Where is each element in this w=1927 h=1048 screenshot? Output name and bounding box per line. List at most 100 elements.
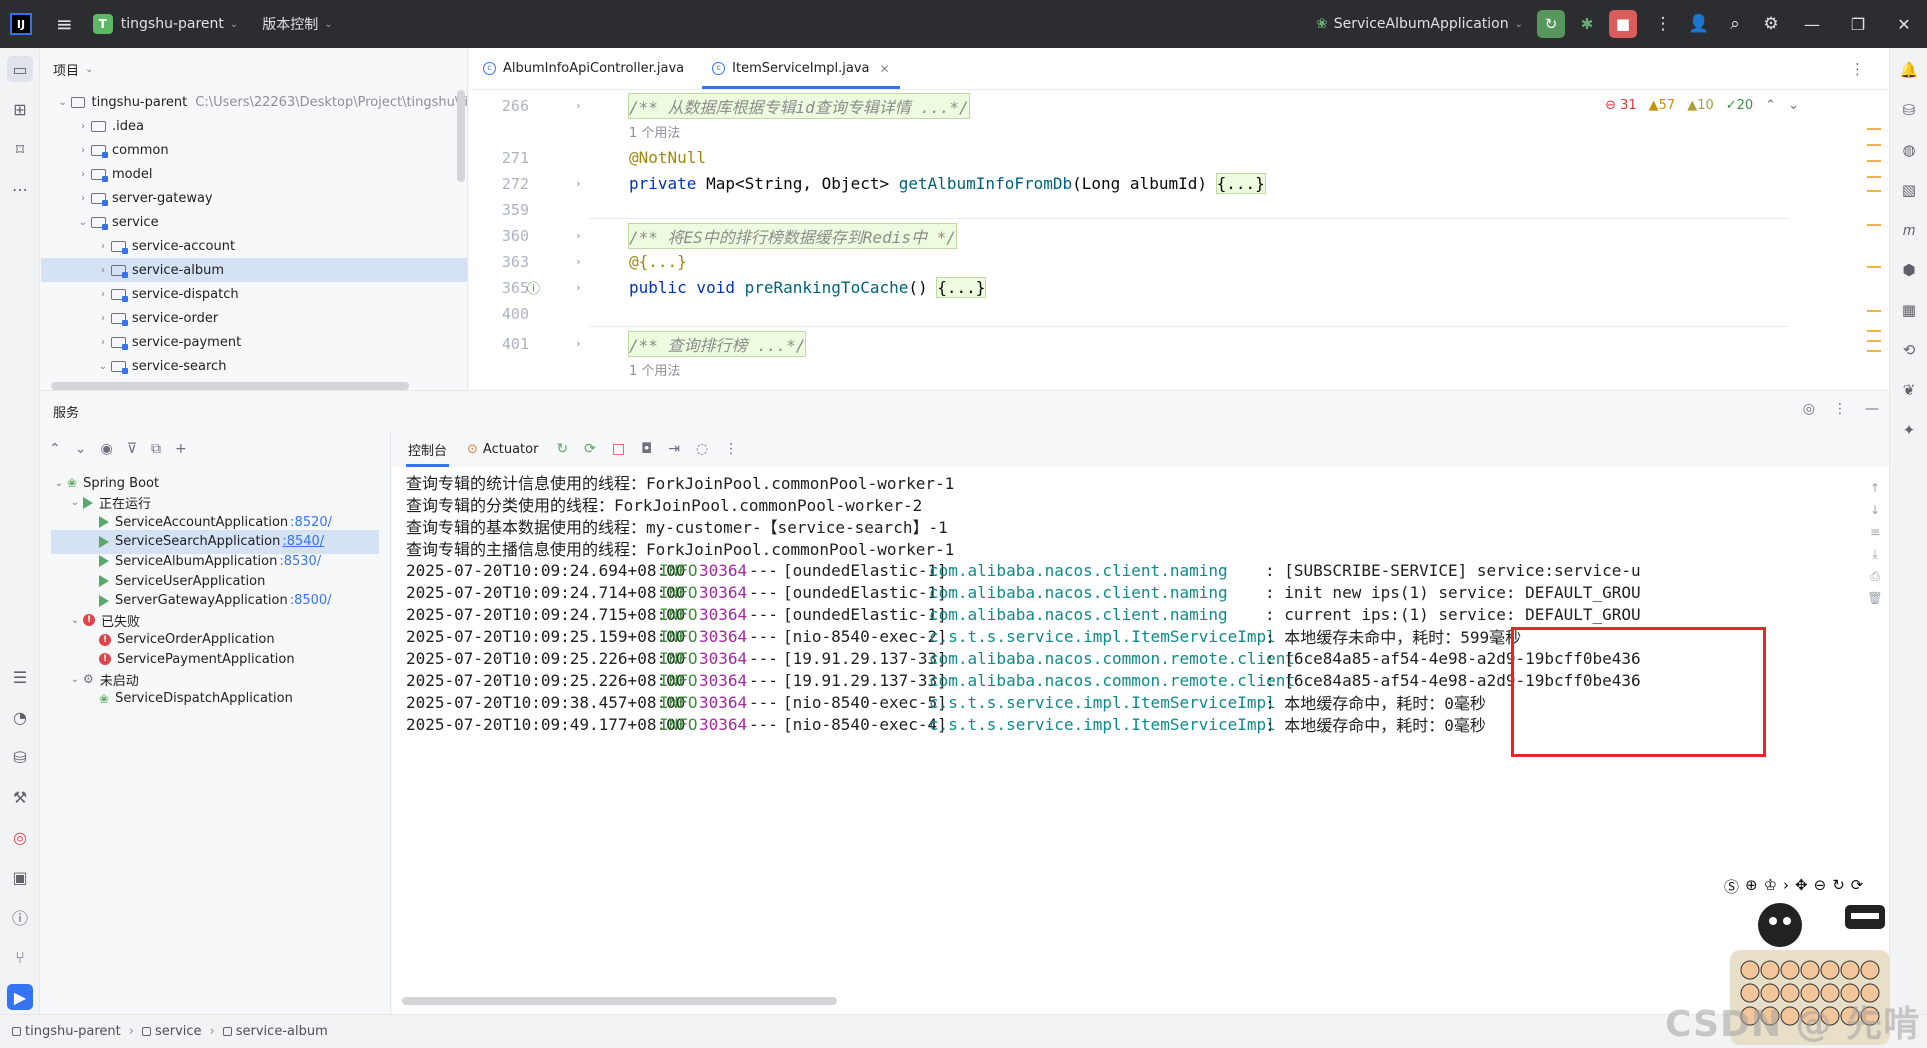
chevron-down-icon[interactable]: ⌄ — [51, 478, 67, 489]
fold-arrow-icon[interactable]: › — [575, 281, 582, 294]
collapse-all-icon[interactable]: ⌄ — [75, 441, 87, 457]
code-line[interactable]: 360 › /** 将ES中的排行榜数据缓存到Redis中 */ — [469, 222, 1889, 249]
doc-comment[interactable]: /** 查询排行榜 ...*/ — [627, 330, 807, 357]
service-port-link[interactable]: :8500/ — [290, 593, 332, 608]
main-menu-icon[interactable]: ≡ — [56, 12, 73, 36]
tab-actuator[interactable]: ⊙ Actuator — [465, 431, 540, 467]
history-icon[interactable]: ⟲ — [1897, 338, 1921, 362]
overrides-gutter-icon[interactable]: ⓘ — [527, 278, 540, 297]
scroll-up-icon[interactable]: ↑ — [1865, 481, 1885, 495]
error-stripe-mark[interactable] — [1867, 340, 1881, 342]
search-icon[interactable]: ⌕ — [1717, 14, 1753, 34]
error-stripe-mark[interactable] — [1867, 190, 1881, 192]
scroll-down-icon[interactable]: ↓ — [1865, 503, 1885, 517]
stop-icon[interactable]: ■ — [1609, 10, 1637, 38]
maven-icon[interactable]: 𝑚 — [1897, 218, 1921, 242]
error-stripe-mark[interactable] — [1867, 160, 1881, 162]
close-tab-icon[interactable]: ✕ — [880, 62, 890, 76]
error-stripe-mark[interactable] — [1867, 266, 1881, 268]
code-line[interactable]: 401 › /** 查询排行榜 ...*/ — [469, 330, 1889, 357]
horizontal-scrollbar[interactable] — [51, 382, 409, 390]
error-stripe-mark[interactable] — [1867, 128, 1881, 130]
doc-comment[interactable]: /** 从数据库根据专辑id查询专辑详情 ...*/ — [628, 92, 970, 119]
rerun-failed-icon[interactable]: ⟳ — [584, 441, 596, 457]
project-tree-item[interactable]: › common — [41, 138, 467, 162]
todo-list-icon[interactable]: ☰ — [7, 664, 33, 690]
database-icon[interactable]: ⛁ — [1897, 98, 1921, 122]
soft-wrap-icon[interactable]: ≡ — [1865, 525, 1885, 539]
endpoints-icon[interactable]: ◎ — [7, 824, 33, 850]
globe-icon[interactable]: ◍ — [1897, 138, 1921, 162]
leaf-icon[interactable]: ❦ — [1897, 378, 1921, 402]
restore-window-icon[interactable]: ❐ — [1835, 15, 1881, 34]
fold-arrow-icon[interactable]: › — [575, 337, 582, 350]
service-port-link[interactable]: :8540/ — [282, 534, 324, 549]
folded-body[interactable]: {...} — [936, 277, 987, 298]
structure-icon[interactable]: ⊞ — [7, 96, 33, 122]
git-icon[interactable]: ⑂ — [7, 944, 33, 970]
plugin-box-icon[interactable]: ▧ — [1897, 178, 1921, 202]
chevron-right-icon[interactable]: › — [75, 169, 91, 180]
chevron-down-icon[interactable]: ⌄ — [67, 615, 83, 626]
chevron-down-icon[interactable]: ⌄ — [67, 497, 83, 508]
target-icon[interactable]: ◎ — [1803, 401, 1815, 417]
fold-arrow-icon[interactable]: › — [575, 99, 582, 112]
add-service-icon[interactable]: + — [175, 441, 187, 457]
bookmarks-icon[interactable]: ⌑ — [7, 136, 33, 162]
chevron-right-icon[interactable]: › — [75, 193, 91, 204]
project-tree-item[interactable]: › service-dispatch — [41, 282, 467, 306]
more-actions-icon[interactable]: ⋮ — [1645, 14, 1681, 34]
project-tree-item[interactable]: ⌄ tingshu-parent C:\Users\22263\Desktop\Pr… — [41, 90, 467, 114]
project-name-dropdown[interactable]: tingshu-parent — [121, 16, 224, 32]
camera-icon[interactable]: ◘ — [641, 441, 652, 457]
print-icon[interactable]: ⎙ — [1865, 569, 1885, 584]
breadcrumb-item[interactable]: service — [155, 1024, 202, 1039]
terminal-icon[interactable]: ▣ — [7, 864, 33, 890]
error-stripe-mark[interactable] — [1867, 144, 1881, 146]
chevron-down-icon[interactable]: ⌄ — [85, 64, 93, 75]
error-stripe-mark[interactable] — [1867, 176, 1881, 178]
error-stripe-mark[interactable] — [1867, 350, 1881, 352]
code-line[interactable]: 400 — [469, 300, 1889, 327]
more-options-icon[interactable]: ⋮ — [1833, 401, 1847, 417]
fold-arrow-icon[interactable]: › — [575, 177, 582, 190]
service-port-link[interactable]: :8520/ — [290, 515, 332, 530]
tab-itemserviceimpl[interactable]: c ItemServiceImpl.java ✕ — [698, 48, 903, 89]
project-tree-item[interactable]: › service-album — [41, 258, 467, 282]
copilot-icon[interactable]: ▦ — [1897, 298, 1921, 322]
chevron-right-icon[interactable]: › — [95, 337, 111, 348]
service-port-link[interactable]: :8530/ — [279, 554, 321, 569]
filter-icon[interactable]: ⊽ — [127, 441, 137, 457]
rerun-icon[interactable]: ↻ — [556, 441, 568, 457]
ai-assistant-icon[interactable]: ✦ — [1897, 418, 1921, 442]
tab-console[interactable]: 控制台 — [406, 431, 450, 467]
view-options-eye-icon[interactable]: ◉ — [100, 441, 112, 457]
project-tree-item[interactable]: › .idea — [41, 114, 467, 138]
new-tab-icon[interactable]: ⧉ — [151, 441, 161, 457]
chevron-down-icon[interactable]: ⌄ — [95, 361, 111, 372]
build-hammer-icon[interactable]: ⚒ — [7, 784, 33, 810]
code-line[interactable]: 271 @NotNull — [469, 144, 1889, 171]
coverage-icon[interactable]: ◌ — [696, 441, 708, 457]
folded-annotation[interactable]: @{...} — [629, 252, 687, 271]
code-line[interactable]: 363 › @{...} — [469, 248, 1889, 275]
more-options-icon[interactable]: ⋮ — [724, 441, 738, 457]
project-tree-item[interactable]: › service-payment — [41, 330, 467, 354]
profiler-icon[interactable]: ◔ — [7, 704, 33, 730]
error-stripe-mark[interactable] — [1867, 310, 1881, 312]
chevron-down-icon[interactable]: ⌄ — [67, 674, 83, 685]
stop-icon[interactable]: □ — [612, 441, 625, 457]
chevron-right-icon[interactable]: › — [75, 121, 91, 132]
clear-console-trash-icon[interactable]: 🗑 — [1865, 591, 1885, 605]
debug-icon[interactable]: ✱ — [1573, 10, 1601, 38]
code-usage-hint[interactable]: 1 个用法 — [469, 356, 1889, 383]
project-tree-item[interactable]: › server-gateway — [41, 186, 467, 210]
project-folder-icon[interactable]: ▭ — [7, 56, 33, 82]
code-line[interactable]: 272 › private Map<String, Object> getAlb… — [469, 170, 1889, 197]
more-tools-icon[interactable]: ⋯ — [7, 176, 33, 202]
doc-comment[interactable]: /** 将ES中的排行榜数据缓存到Redis中 */ — [628, 222, 957, 249]
error-stripe-mark[interactable] — [1867, 224, 1881, 226]
service-item[interactable]: ❀ ServiceDispatchApplication — [51, 687, 379, 711]
scroll-to-end-icon[interactable]: ⤓ — [1865, 547, 1885, 562]
folded-body[interactable]: {...} — [1215, 173, 1266, 194]
